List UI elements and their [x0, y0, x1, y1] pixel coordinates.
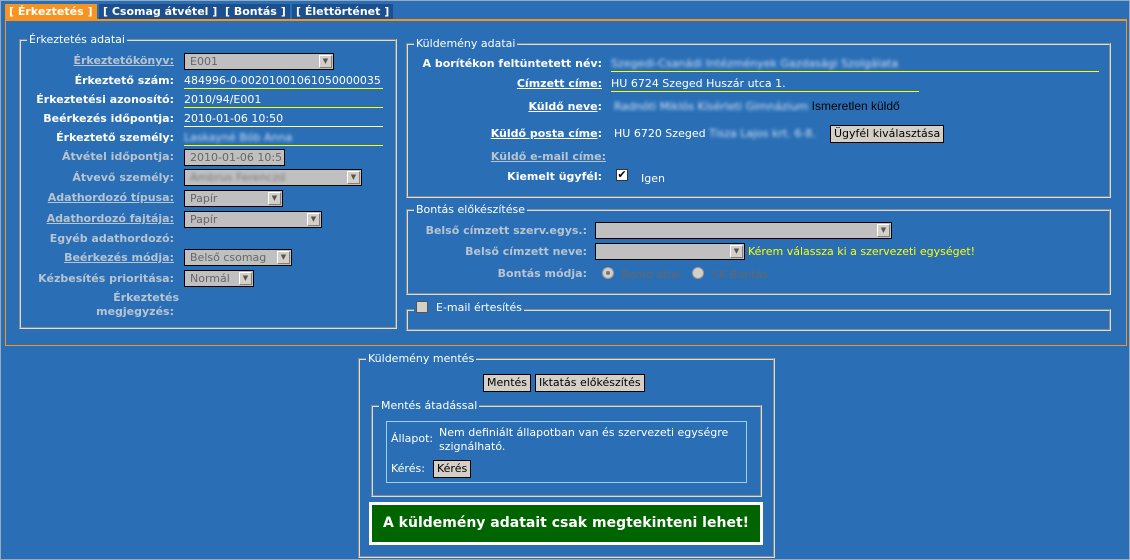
tab-elettortenet[interactable]: [ Élettörténet ]	[292, 4, 394, 20]
atvetel-input[interactable]: 2010-01-06 10:5	[184, 149, 285, 166]
kuldo-link[interactable]: Küldő neve	[528, 100, 597, 113]
posta-label: Küldő posta címe:	[490, 127, 602, 140]
opt1-label: Bontó által	[621, 268, 681, 281]
legend: Küldemény adatai	[414, 37, 518, 51]
nev-value: Szegedi-Csanádi Intézmények Gazdasági Sz…	[611, 57, 1099, 72]
nev-label: A borítékon feltüntetett név:	[422, 57, 602, 70]
fajta-select[interactable]: Papír ▼	[184, 211, 322, 228]
ugyfel-kivalasztasa-button[interactable]: Ügyfél kiválasztása	[830, 125, 945, 143]
kuldo-value: Radnóti Miklós Kísérleti Gimnázium Ismer…	[614, 99, 900, 113]
tipus-select[interactable]: Papír ▼	[184, 190, 283, 207]
radio-dot	[606, 271, 610, 275]
tipus-label[interactable]: Adathordozó típusa:	[48, 191, 174, 204]
fajta-label[interactable]: Adathordozó fajtája:	[47, 212, 174, 225]
konyv-select[interactable]: E001 ▼	[184, 53, 334, 70]
atvevo-select[interactable]: Ambrus Ferenczd ▼	[184, 169, 362, 186]
legend: Érkeztetés adatai	[27, 33, 127, 47]
save-button[interactable]: Mentés	[483, 374, 532, 392]
warning-text: Kérem válassza ki a szervezeti egységet!	[748, 245, 976, 258]
kuldo-label: Küldő neve:	[528, 100, 602, 113]
cimzett-value: HU 6724 Szeged Huszár utca 1.	[611, 77, 919, 92]
cimzett-label[interactable]: Címzett címe:	[517, 77, 602, 90]
chevron-down-icon: ▼	[268, 192, 281, 205]
kuldo-note: Ismeretlen küldő	[811, 99, 900, 113]
tab-bontas[interactable]: [ Bontás ]	[221, 4, 290, 20]
chevron-down-icon: ▼	[730, 245, 743, 258]
kiemelt-label: Kiemelt ügyfél:	[507, 170, 602, 183]
posta-city: HU 6720 Szeged	[614, 127, 706, 140]
szerv-select[interactable]: ▼	[595, 222, 892, 239]
egyeb-label: Egyéb adathordozó:	[49, 232, 174, 245]
chevron-down-icon: ▼	[877, 224, 890, 237]
idopont-value: 2010-01-06 10:50	[184, 112, 383, 127]
allapot-value: Nem definiált állapotban van és szerveze…	[439, 426, 729, 453]
email-label: E-mail értesítés	[436, 301, 522, 314]
chevron-down-icon: ▼	[319, 55, 332, 68]
atvevo-label: Átvevő személy:	[72, 171, 174, 184]
email-checkbox[interactable]	[416, 301, 428, 313]
azon-label: Érkeztetési azonosító:	[36, 93, 174, 106]
konyv-label[interactable]: Érkeztetőkönyv:	[73, 54, 174, 67]
radio-sk-bontas[interactable]	[692, 267, 704, 279]
blurred-name: Szegedi-Csanádi Intézmények Gazdasági Sz…	[611, 57, 899, 70]
iktatas-button[interactable]: Iktatás előkészítés	[535, 374, 645, 392]
legend: Bontás előkészítése	[414, 203, 527, 217]
value: Papír	[190, 213, 218, 226]
value: Papír	[190, 192, 218, 205]
bontas-mod-label: Bontás módja:	[497, 267, 587, 280]
bontas-nev-label: Belső címzett neve:	[465, 245, 587, 258]
radio-bonto-altal[interactable]	[602, 267, 614, 279]
blurred-name: Laskayné Bób Anna	[184, 131, 293, 144]
kiemelt-value: Igen	[641, 172, 665, 185]
szerv-label: Belső címzett szerv.egys.:	[425, 224, 587, 237]
prior-label: Kézbesítés prioritása:	[38, 272, 174, 285]
email-label[interactable]: Küldő e-mail címe:	[491, 150, 606, 163]
mod-label[interactable]: Beérkezés módja:	[64, 251, 174, 264]
idopont-label: Beérkezés időpontja:	[43, 112, 174, 125]
chevron-down-icon: ▼	[239, 272, 252, 285]
chevron-down-icon: ▼	[347, 171, 360, 184]
readonly-notice: A küldemény adatait csak megtekinteni le…	[369, 502, 763, 545]
opt2-label: SK Bontás	[712, 268, 768, 281]
megj-label-1: Érkeztetés	[113, 291, 179, 304]
value: Normál	[190, 272, 230, 285]
tab-erkeztetes[interactable]: [ Érkeztetés ]	[5, 4, 97, 20]
posta-value: HU 6720 Szeged Tisza Lajos krt. 6-8.	[614, 127, 816, 140]
chevron-down-icon: ▼	[307, 213, 320, 226]
kiemelt-checkbox[interactable]: ✔	[616, 169, 628, 181]
atvetel-label: Átvétel időpontja:	[61, 150, 174, 163]
colon: :	[597, 100, 602, 113]
szemely-value: Laskayné Bób Anna	[184, 131, 383, 146]
mod-select[interactable]: Belső csomag ▼	[184, 249, 292, 266]
bontas-nev-select[interactable]: ▼	[595, 243, 745, 260]
value: Ambrus Ferenczd	[190, 171, 286, 184]
keres-label: Kérés:	[391, 462, 425, 475]
szam-label: Érkeztető szám:	[74, 74, 174, 87]
prior-select[interactable]: Normál ▼	[184, 270, 254, 287]
email-legend: E-mail értesítés	[414, 301, 524, 314]
legend: Mentés átadással	[379, 399, 480, 413]
posta-link[interactable]: Küldő posta címe	[491, 127, 598, 140]
blurred-address: Tisza Lajos krt. 6-8.	[709, 127, 816, 140]
szemely-label: Érkeztető személy:	[56, 131, 174, 144]
blurred-name: Radnóti Miklós Kísérleti Gimnázium	[614, 100, 809, 113]
szam-value: 484996-0-00201001061050000035	[184, 74, 383, 89]
allapot-label: Állapot:	[391, 432, 434, 445]
azon-value: 2010/94/E001	[184, 93, 383, 108]
value: Belső csomag	[190, 251, 267, 264]
chevron-down-icon: ▼	[277, 251, 290, 264]
tab-csomag-atvetel[interactable]: [ Csomag átvétel ]	[99, 4, 222, 20]
value: E001	[190, 55, 218, 68]
keres-button[interactable]: Kérés	[433, 460, 472, 478]
legend: Küldemény mentés	[366, 352, 477, 366]
megj-label-2: megjegyzés:	[96, 305, 174, 318]
